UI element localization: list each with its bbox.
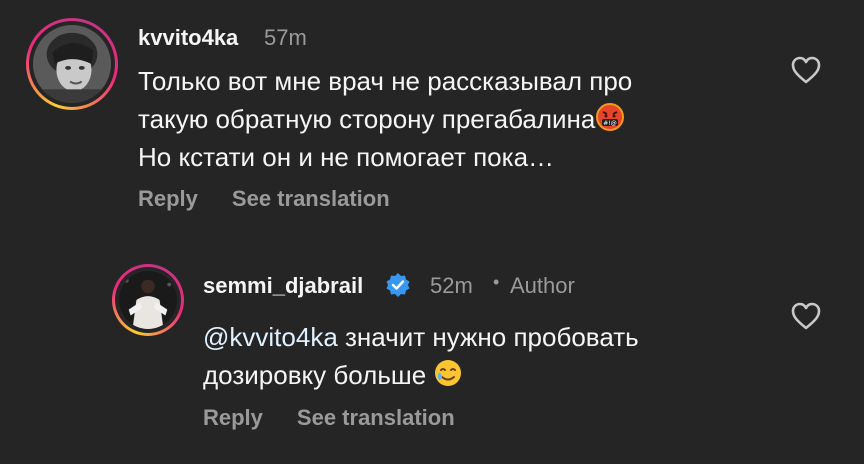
smiling-face-with-tear-icon (435, 360, 462, 386)
heart-outline-icon[interactable] (790, 301, 822, 331)
face-with-symbols-on-mouth-icon: #!@ (596, 103, 625, 131)
comment-actions: Reply See translation (203, 405, 489, 431)
comment-line-2: такую обратную сторону прегабалина #!@ (138, 100, 632, 138)
username[interactable]: kvvito4ka (138, 25, 238, 51)
svg-text:#!@: #!@ (604, 120, 617, 127)
avatar-kvvito4ka[interactable] (26, 18, 118, 110)
timestamp: 57m (264, 25, 307, 50)
see-translation-button[interactable]: See translation (297, 405, 455, 430)
avatar-photo-icon (33, 25, 111, 103)
comment-line-3: Но кстати он и не помогает пока… (138, 142, 555, 172)
comment-text: @kvvito4ka значит нужно пробовать дозиро… (203, 318, 639, 394)
heart-outline-icon[interactable] (790, 55, 822, 85)
comment-line-1-text: значит нужно пробовать (337, 322, 639, 352)
comment-line-1: Только вот мне врач не рассказывал про (138, 66, 633, 96)
timestamp: 52m (430, 273, 473, 298)
comment-text: Только вот мне врач не рассказывал про т… (138, 62, 632, 176)
avatar-photo-icon (119, 271, 177, 329)
avatar-semmi-djabrail[interactable] (112, 264, 184, 336)
reply-button[interactable]: Reply (138, 186, 198, 211)
username[interactable]: semmi_djabrail (203, 273, 363, 299)
see-translation-button[interactable]: See translation (232, 186, 390, 211)
mention-link[interactable]: @kvvito4ka (203, 322, 338, 352)
comment-actions: Reply See translation (138, 186, 424, 212)
comment-line-1: @kvvito4ka значит нужно пробовать (203, 318, 639, 356)
comment-line-2: дозировку больше (203, 356, 639, 394)
comment-line-2-text: такую обратную сторону прегабалина (138, 104, 596, 134)
meta-separator: • (493, 272, 500, 292)
author-badge: Author (510, 273, 575, 298)
comment-line-2-text: дозировку больше (203, 360, 434, 390)
reply-button[interactable]: Reply (203, 405, 263, 430)
verified-badge-icon (386, 273, 410, 297)
